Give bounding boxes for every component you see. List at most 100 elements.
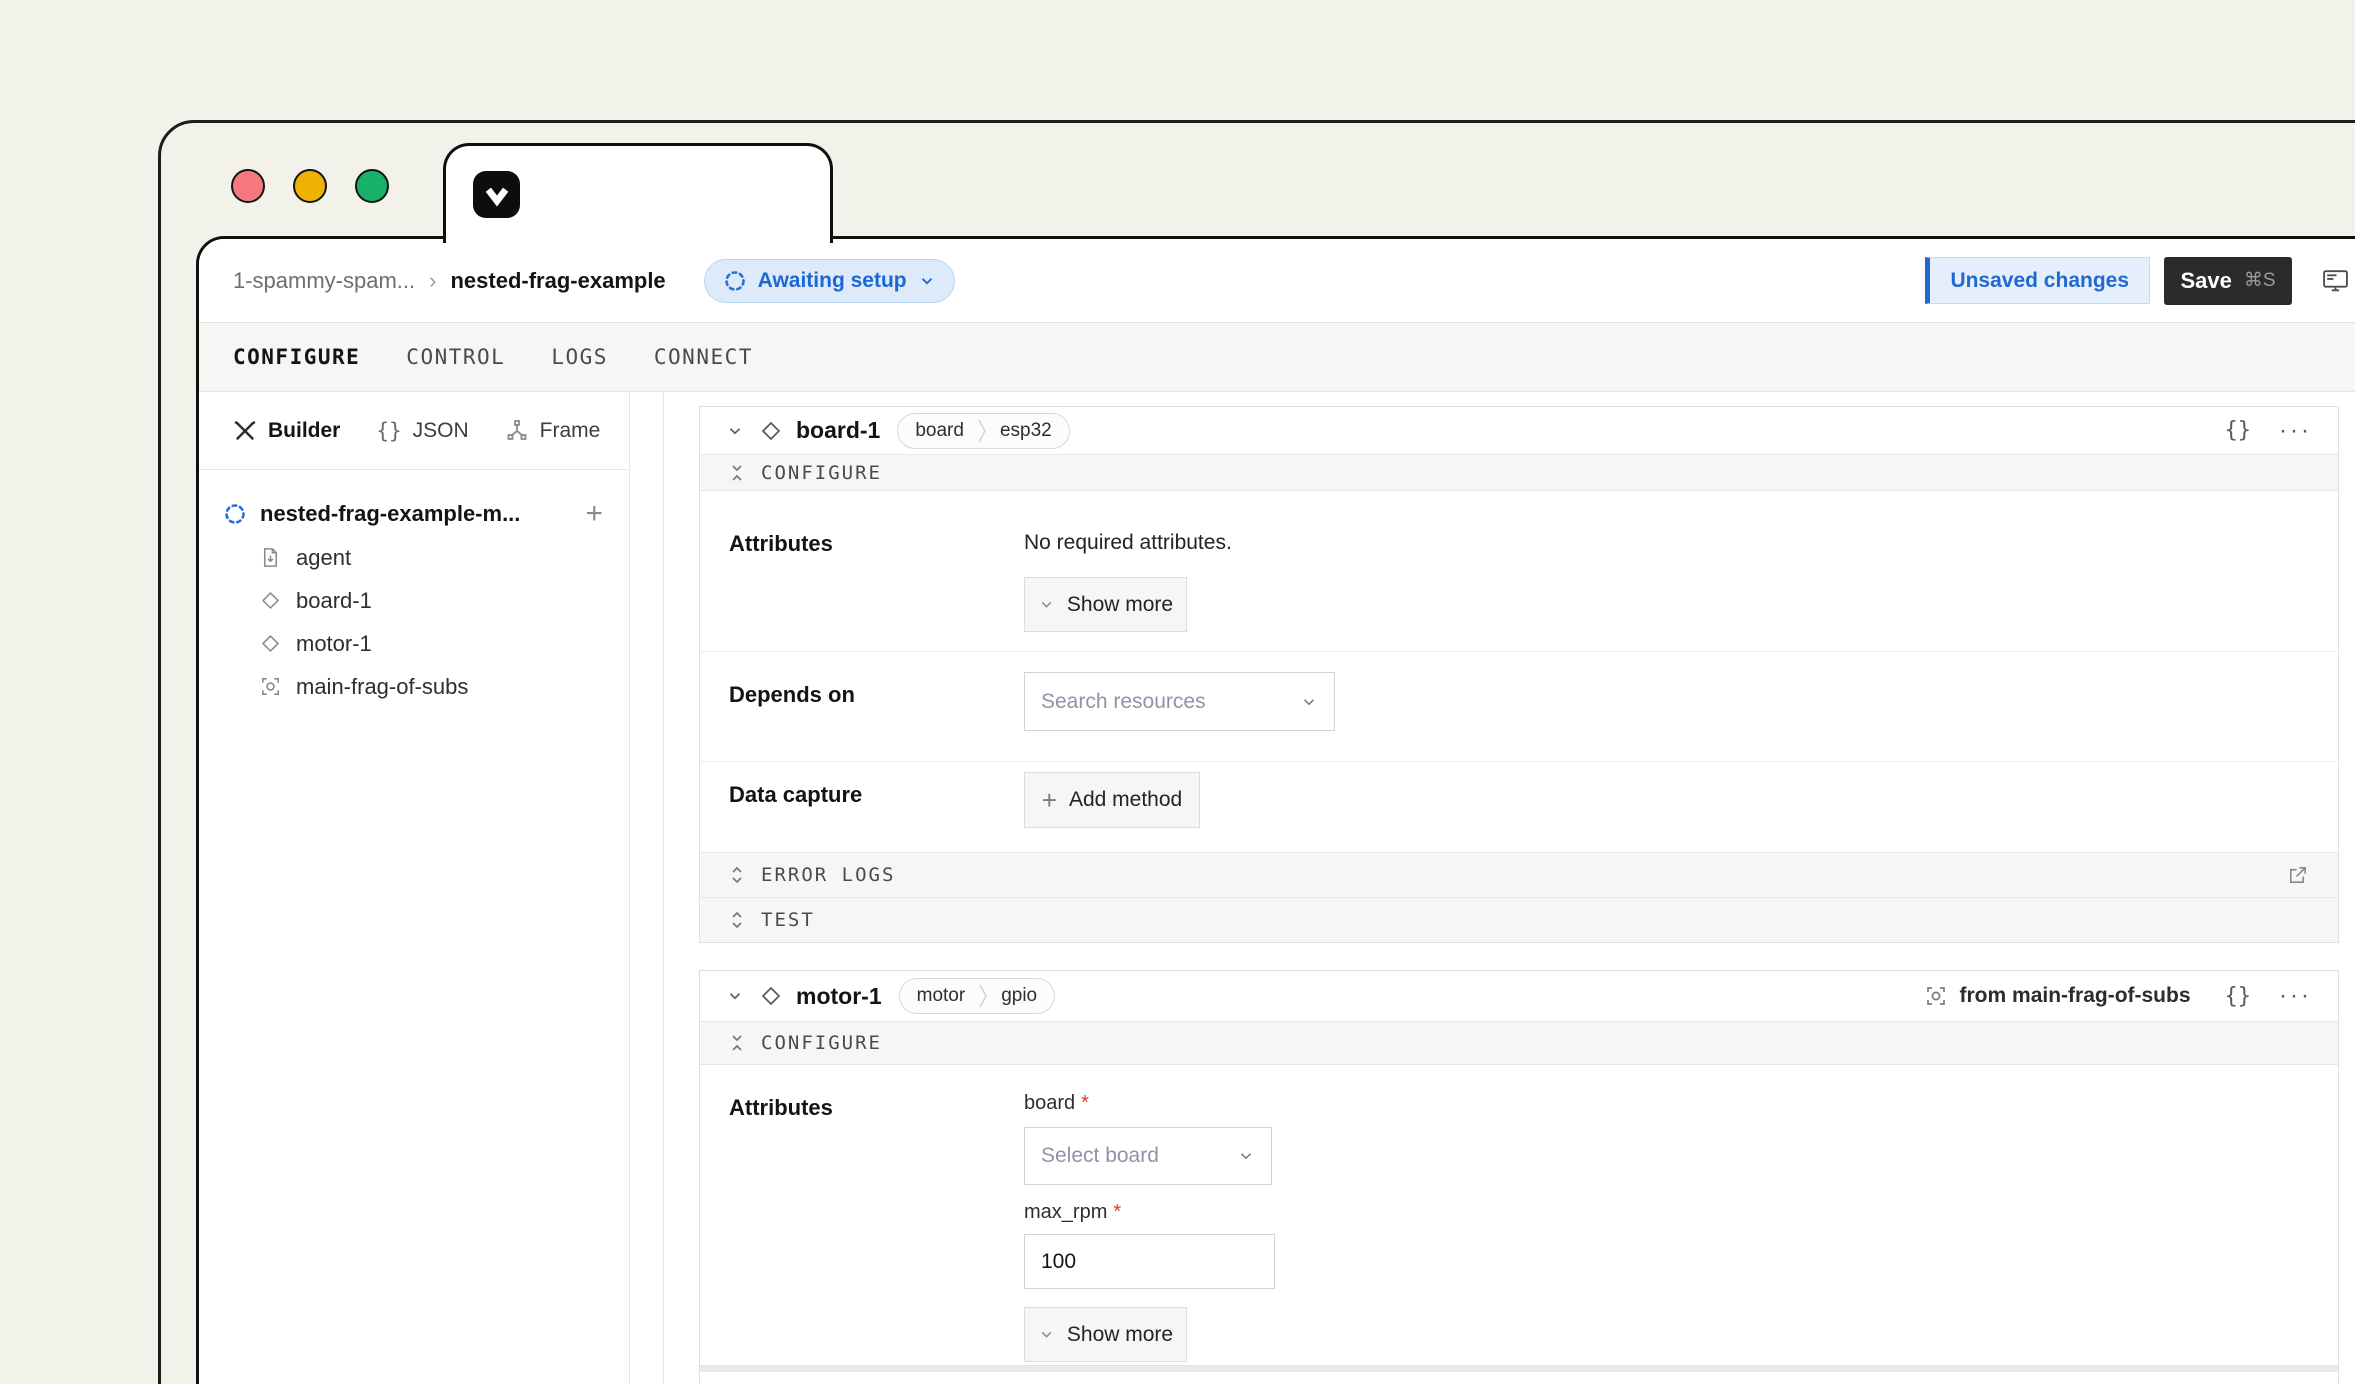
edit-json-icon[interactable]: {} [2225, 418, 2252, 443]
tree-item-label: agent [296, 545, 351, 571]
card-header: board-1 board esp32 {} ··· [700, 407, 2338, 454]
attributes-label: Attributes [729, 491, 1024, 651]
tree-item-main-frag-of-subs[interactable]: main-frag-of-subs [223, 665, 629, 708]
resource-type-pill: motor gpio [899, 978, 1056, 1014]
field-name: board [1024, 1092, 1075, 1114]
no-required-attributes-text: No required attributes. [1024, 531, 1232, 555]
view-mode-switch: Builder {} JSON Frame [199, 392, 629, 470]
test-section-header[interactable]: TEST [700, 897, 2338, 942]
configure-section-label: CONFIGURE [761, 462, 882, 484]
max-rpm-input[interactable] [1024, 1234, 1275, 1289]
tab-control[interactable]: CONTROL [406, 345, 505, 369]
max-rpm-field-label: max_rpm * [1024, 1201, 1121, 1224]
mode-builder[interactable]: Builder [233, 419, 340, 443]
card-header-actions: {} ··· [2225, 417, 2312, 445]
resource-type: board [902, 420, 977, 442]
window-controls [231, 169, 389, 203]
attributes-label: Attributes [729, 1065, 1024, 1365]
machine-status-spinner-icon [223, 502, 247, 526]
component-diamond-icon [758, 418, 784, 444]
configure-main-panel: board-1 board esp32 {} ··· [663, 392, 2355, 1384]
machine-monitor-icon[interactable] [2322, 268, 2349, 293]
tab-logs[interactable]: LOGS [551, 345, 608, 369]
resource-name: board-1 [796, 417, 880, 444]
page-body: Builder {} JSON Frame [199, 392, 2355, 1384]
card-menu-button[interactable]: ··· [2279, 417, 2312, 445]
board-field-label: board * [1024, 1092, 1089, 1115]
builder-tools-icon [233, 419, 257, 443]
resource-card-motor-1: motor-1 motor gpio from main-frag-of-sub… [699, 970, 2339, 1384]
window-zoom-button[interactable] [355, 169, 389, 203]
error-logs-section-header[interactable]: ERROR LOGS [700, 852, 2338, 897]
chevron-down-icon [1237, 1147, 1255, 1165]
test-label: TEST [761, 909, 815, 931]
card-menu-button[interactable]: ··· [2279, 982, 2312, 1010]
edit-json-icon[interactable]: {} [2225, 984, 2252, 1009]
frame-axes-icon [505, 419, 529, 443]
add-method-button[interactable]: + Add method [1024, 772, 1200, 828]
breadcrumb-parent[interactable]: 1-spammy-spam... [233, 268, 415, 294]
status-badge[interactable]: Awaiting setup [704, 259, 955, 303]
breadcrumb-separator-icon: › [429, 268, 436, 294]
add-resource-button[interactable]: + [585, 499, 603, 529]
configure-section-header[interactable]: CONFIGURE [700, 1021, 2338, 1065]
json-braces-icon: {} [376, 419, 401, 443]
select-board-dropdown[interactable]: Select board [1024, 1127, 1272, 1185]
save-shortcut-hint: ⌘S [2244, 269, 2276, 292]
search-resources-select[interactable]: Search resources [1024, 672, 1335, 731]
window-minimize-button[interactable] [293, 169, 327, 203]
chevron-down-icon [1300, 693, 1318, 711]
tab-connect[interactable]: CONNECT [654, 345, 753, 369]
tab-configure[interactable]: CONFIGURE [233, 345, 360, 369]
show-more-label: Show more [1067, 1323, 1173, 1347]
depends-on-section: Depends on Search resources [700, 652, 2338, 762]
component-diamond-icon [758, 983, 784, 1009]
required-asterisk: * [1113, 1201, 1121, 1223]
depends-on-label: Depends on [729, 652, 1024, 761]
browser-window: 1-spammy-spam... › nested-frag-example A… [158, 120, 2355, 1384]
fragment-source-label: from main-frag-of-subs [1960, 984, 2191, 1008]
header-bar: 1-spammy-spam... › nested-frag-example A… [199, 239, 2355, 323]
collapse-chevron-icon[interactable] [726, 422, 744, 440]
tree-item-label: board-1 [296, 588, 372, 614]
field-name: max_rpm [1024, 1201, 1107, 1223]
unsaved-changes-indicator[interactable]: Unsaved changes [1925, 257, 2150, 304]
desktop-background: 1-spammy-spam... › nested-frag-example A… [0, 0, 2355, 1384]
fold-icon [729, 463, 745, 483]
machine-nav-tabs: CONFIGURE CONTROL LOGS CONNECT [199, 323, 2355, 392]
resource-model: gpio [988, 985, 1050, 1007]
save-button-label: Save [2180, 268, 2231, 294]
tree-item-agent[interactable]: agent [223, 536, 629, 579]
mode-builder-label: Builder [268, 419, 340, 443]
select-board-placeholder: Select board [1041, 1144, 1159, 1168]
attributes-section: Attributes board * Select board [700, 1065, 2338, 1366]
open-external-icon[interactable] [2286, 864, 2309, 887]
plus-icon: + [1042, 787, 1057, 813]
show-more-button[interactable]: Show more [1024, 577, 1187, 632]
tree-item-motor-1[interactable]: motor-1 [223, 622, 629, 665]
configure-section-header[interactable]: CONFIGURE [700, 454, 2338, 491]
tree-root-machine[interactable]: nested-frag-example-m... + [223, 492, 629, 536]
resource-type-pill: board esp32 [897, 413, 1069, 449]
unfold-icon [729, 910, 745, 930]
required-asterisk: * [1081, 1092, 1089, 1114]
resource-tree: nested-frag-example-m... + agent board-1 [199, 470, 629, 708]
mode-json[interactable]: {} JSON [376, 419, 468, 443]
browser-tab[interactable] [443, 143, 833, 243]
mode-json-label: JSON [413, 419, 469, 443]
resource-model: esp32 [987, 420, 1065, 442]
mode-frame[interactable]: Frame [505, 419, 601, 443]
collapse-chevron-icon[interactable] [726, 987, 744, 1005]
header-actions: Unsaved changes Save ⌘S ··· [1925, 257, 2355, 305]
tree-item-label: motor-1 [296, 631, 372, 657]
save-button[interactable]: Save ⌘S [2164, 257, 2292, 305]
pill-divider-icon [978, 980, 988, 1012]
tree-item-board-1[interactable]: board-1 [223, 579, 629, 622]
component-diamond-icon [259, 632, 282, 655]
viam-logo-icon [473, 171, 520, 218]
show-more-button[interactable]: Show more [1024, 1307, 1187, 1362]
window-close-button[interactable] [231, 169, 265, 203]
component-diamond-icon [259, 589, 282, 612]
search-resources-placeholder: Search resources [1041, 690, 1206, 714]
unfold-icon [729, 865, 745, 885]
